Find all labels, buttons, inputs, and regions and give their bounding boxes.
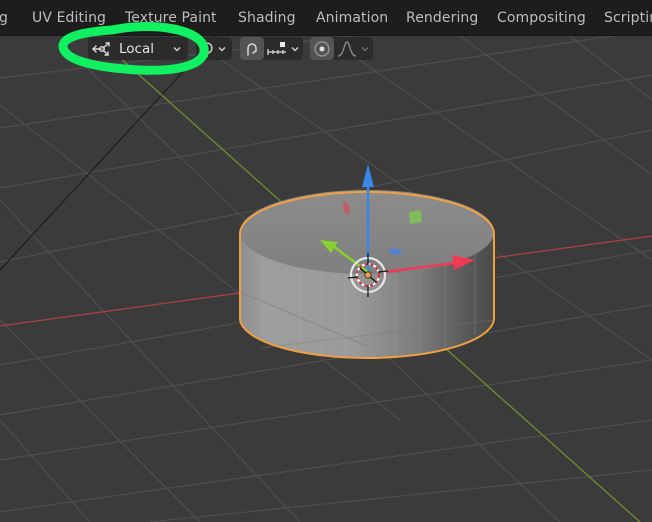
object-origin <box>364 271 372 279</box>
falloff-dropdown[interactable] <box>334 37 359 60</box>
workspace-tab-scripting[interactable]: Scriptin <box>604 10 652 26</box>
proportional-edit-group <box>310 37 373 60</box>
proportional-edit-toggle[interactable] <box>310 37 334 60</box>
workspace-tab-compositing[interactable]: Compositing <box>497 10 586 26</box>
gizmo-xz-plane[interactable] <box>409 210 422 224</box>
grid-line <box>0 419 652 513</box>
3d-viewport[interactable] <box>0 36 652 522</box>
magnet-snap-icon <box>247 42 257 56</box>
chevron-down-icon[interactable] <box>289 43 301 55</box>
orientation-value: Local <box>119 40 154 57</box>
snap-target-dropdown[interactable] <box>264 37 289 60</box>
pivot-point-icon <box>196 37 216 60</box>
orientation-local-icon <box>88 37 116 60</box>
workspace-tab-rendering[interactable]: Rendering <box>406 10 478 26</box>
workspace-tab-uv-editing[interactable]: UV Editing <box>32 10 106 26</box>
workspace-tab-layout[interactable]: g <box>0 10 8 26</box>
snap-increment-icon <box>266 41 286 55</box>
workspace-tab-bar: g UV Editing Texture Paint Shading Anima… <box>0 0 652 36</box>
viewport-scene[interactable] <box>0 36 652 522</box>
workspace-tab-animation[interactable]: Animation <box>316 10 388 26</box>
grid-line <box>149 469 652 522</box>
chevron-down-icon <box>173 46 181 51</box>
snap-group <box>240 37 303 60</box>
camera-guide-line <box>0 36 217 271</box>
grid-line <box>569 36 652 101</box>
falloff-smooth-icon <box>337 40 356 57</box>
workspace-tab-shading[interactable]: Shading <box>238 10 296 26</box>
grid-line <box>459 36 652 176</box>
chevron-down-icon <box>218 46 226 51</box>
transform-orientation-dropdown[interactable]: Local <box>88 37 188 60</box>
grid-line <box>0 74 652 189</box>
chevron-down-icon[interactable] <box>359 43 371 55</box>
workspace-tab-texture-paint[interactable]: Texture Paint <box>125 10 217 26</box>
snap-toggle[interactable] <box>240 37 264 60</box>
gizmo-z-arrow[interactable] <box>362 164 374 187</box>
proportional-edit-icon <box>314 40 330 57</box>
grid-line <box>0 419 91 522</box>
grid-line <box>0 319 201 522</box>
pivot-point-dropdown[interactable] <box>196 37 232 60</box>
